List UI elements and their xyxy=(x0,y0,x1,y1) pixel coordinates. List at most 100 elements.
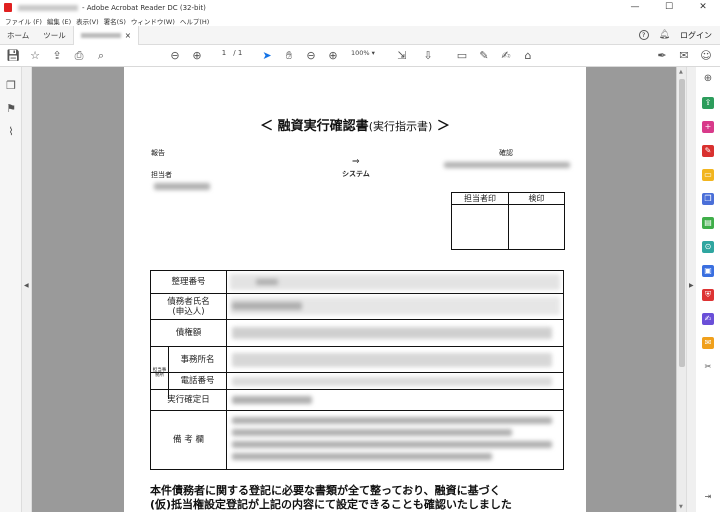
create-pdf-icon[interactable]: + xyxy=(702,121,714,133)
page-up-icon[interactable]: ⊖ xyxy=(168,48,182,64)
expand-pane-icon[interactable]: ⇥ xyxy=(702,491,714,503)
page-separator: / xyxy=(233,49,236,57)
chevron-left-icon: ◀ xyxy=(24,282,29,289)
maximize-button[interactable]: ☐ xyxy=(652,0,686,15)
scrollbar-thumb[interactable] xyxy=(679,79,685,367)
tab-row: ホーム ツール × ? 🔔︎ ログイン xyxy=(0,25,720,45)
fill-sign-icon[interactable]: ✒ xyxy=(655,48,669,64)
zoom-out-icon[interactable]: ⊖ xyxy=(304,48,318,64)
page-total: 1 xyxy=(237,49,243,57)
confirmation-statement: 本件債務者に関する登記に必要な書類が全て整っており、融資に基づく (仮)抵当権設… xyxy=(150,484,512,511)
close-tab-icon[interactable]: × xyxy=(125,26,131,45)
fill-and-sign-icon[interactable]: ✍ xyxy=(702,313,714,325)
mail-icon[interactable]: ✉ xyxy=(677,48,691,64)
comment-tool-icon[interactable]: ▭ xyxy=(702,169,714,181)
page-indicator: 1 / 1 xyxy=(217,49,243,57)
redacted-value xyxy=(232,396,312,404)
zoom-value: 100% xyxy=(351,49,370,57)
send-comments-icon[interactable]: ✉ xyxy=(702,337,714,349)
table-row: 事務所名 担当事務所 xyxy=(151,347,563,399)
help-icon[interactable]: ? xyxy=(638,30,649,40)
zoom-in-icon[interactable]: ⊕ xyxy=(326,48,340,64)
comment-icon[interactable]: ▭ xyxy=(455,48,469,64)
right-pane-toggle[interactable]: ▶ xyxy=(686,67,696,512)
acrobat-logo-icon xyxy=(4,3,12,12)
confirm-label: 確認 xyxy=(499,149,513,157)
more-tools-icon[interactable]: ✂ xyxy=(702,361,714,373)
menu-window[interactable]: ウィンドウ(W) xyxy=(131,16,175,26)
compress-icon[interactable]: ⊙ xyxy=(702,241,714,253)
highlight-pen-icon[interactable]: ✎ xyxy=(477,48,491,64)
toolbar: 💾︎ ☆ ⇪ ⎙ ⌕ ⊖ ⊕ 1 / 1 ➤ ✋︎ ⊖ ⊕ 100% ▾ ⇲ ⇩… xyxy=(0,45,720,67)
menu-view[interactable]: 表示(V) xyxy=(76,16,99,26)
bell-icon[interactable]: 🔔︎ xyxy=(659,30,670,40)
table-row: 債務者氏名 (申込人) xyxy=(151,294,563,320)
stamp-header-check: 検印 xyxy=(528,194,545,203)
redacted-confirmer xyxy=(444,162,570,168)
row-label: 事務所名 xyxy=(169,347,227,372)
document-title: ＜ 融資実行確認書(実行指示書) ＞ xyxy=(260,119,450,134)
table-row: 電話番号 xyxy=(151,373,563,390)
left-pane-toggle[interactable]: ◀ xyxy=(22,67,32,512)
loan-info-table: 整理番号 債務者氏名 (申込人) 債権額 事務所名 担当事務所 電話番号 実行確… xyxy=(150,270,564,470)
sign-icon[interactable]: ✍ xyxy=(499,48,513,64)
vertical-scrollbar[interactable]: ▲ ▼ xyxy=(676,67,686,512)
left-navigation-pane: ❐ ⚑ ⌇ xyxy=(0,67,22,512)
combine-files-icon[interactable]: ❐ xyxy=(702,193,714,205)
page-down-icon[interactable]: ⊕ xyxy=(190,48,204,64)
star-icon[interactable]: ☆ xyxy=(28,48,42,64)
fit-page-icon[interactable]: ⇲ xyxy=(395,48,409,64)
organize-pages-icon[interactable]: ▤ xyxy=(702,217,714,229)
row-label: 実行確定日 xyxy=(151,390,227,410)
menu-sign[interactable]: 署名(S) xyxy=(104,16,126,26)
scroll-down-icon[interactable]: ▼ xyxy=(679,504,683,510)
protect-icon[interactable]: ⛨ xyxy=(702,289,714,301)
redacted-value xyxy=(232,353,552,367)
save-icon[interactable]: 💾︎ xyxy=(6,48,20,64)
chevron-right-icon: ▶ xyxy=(689,282,694,289)
hand-icon[interactable]: ✋︎ xyxy=(282,48,296,64)
close-button[interactable]: ✕ xyxy=(686,0,720,15)
search-icon[interactable]: ⌕ xyxy=(94,48,108,64)
add-user-icon[interactable]: ☺ xyxy=(699,48,713,64)
login-button[interactable]: ログイン xyxy=(680,30,712,41)
redacted-tab-title xyxy=(80,32,121,38)
menu-edit[interactable]: 編集 (E) xyxy=(47,16,71,26)
document-viewport[interactable]: ＜ 融資実行確認書(実行指示書) ＞ 報告 確認 ⇒ システム 担当者 担当者印… xyxy=(32,67,686,512)
row-label: 電話番号 xyxy=(169,373,227,389)
page-current-input[interactable]: 1 xyxy=(217,49,231,57)
row-label: 債務者氏名 (申込人) xyxy=(151,294,227,319)
title-bar: - Adobe Acrobat Reader DC (32-bit) — ☐ ✕ xyxy=(0,0,720,15)
upload-icon[interactable]: ⇪ xyxy=(50,48,64,64)
minimize-button[interactable]: — xyxy=(618,0,652,15)
row-label: 備 考 欄 xyxy=(151,411,227,469)
stamp-icon[interactable]: ⌂ xyxy=(521,48,535,64)
zoom-select[interactable]: 100% ▾ xyxy=(351,49,375,57)
row-label: 債権額 xyxy=(151,320,227,346)
system-label: システム xyxy=(342,170,370,178)
redacted-value xyxy=(232,417,552,424)
tab-document[interactable]: × xyxy=(72,25,140,45)
scroll-up-icon[interactable]: ▲ xyxy=(679,69,683,75)
menu-bar: ファイル (F) 編集 (E) 表示(V) 署名(S) ウィンドウ(W) ヘルプ… xyxy=(0,15,720,26)
table-row: 実行確定日 xyxy=(151,390,563,411)
bookmark-icon[interactable]: ⚑ xyxy=(5,102,17,116)
page-thumbnails-icon[interactable]: ❐ xyxy=(5,79,17,93)
scroll-mode-icon[interactable]: ⇩ xyxy=(421,48,435,64)
menu-help[interactable]: ヘルプ(H) xyxy=(180,16,209,26)
redacted-person xyxy=(154,183,210,190)
menu-file[interactable]: ファイル (F) xyxy=(5,16,42,26)
tab-tools[interactable]: ツール xyxy=(36,26,73,45)
person-label: 担当者 xyxy=(151,171,172,179)
attachment-icon[interactable]: ⌇ xyxy=(5,125,17,139)
edit-pdf-icon[interactable]: ✎ xyxy=(702,145,714,157)
table-row: 債権額 xyxy=(151,320,563,347)
scan-ocr-icon[interactable]: ▣ xyxy=(702,265,714,277)
print-icon[interactable]: ⎙ xyxy=(72,48,86,64)
export-pdf-icon[interactable]: ⇪ xyxy=(702,97,714,109)
select-cursor-icon[interactable]: ➤ xyxy=(260,48,274,64)
tab-home[interactable]: ホーム xyxy=(0,26,36,45)
table-row: 整理番号 xyxy=(151,271,563,294)
redacted-value xyxy=(232,377,552,386)
zoom-search-icon[interactable]: ⊕ xyxy=(702,73,714,85)
